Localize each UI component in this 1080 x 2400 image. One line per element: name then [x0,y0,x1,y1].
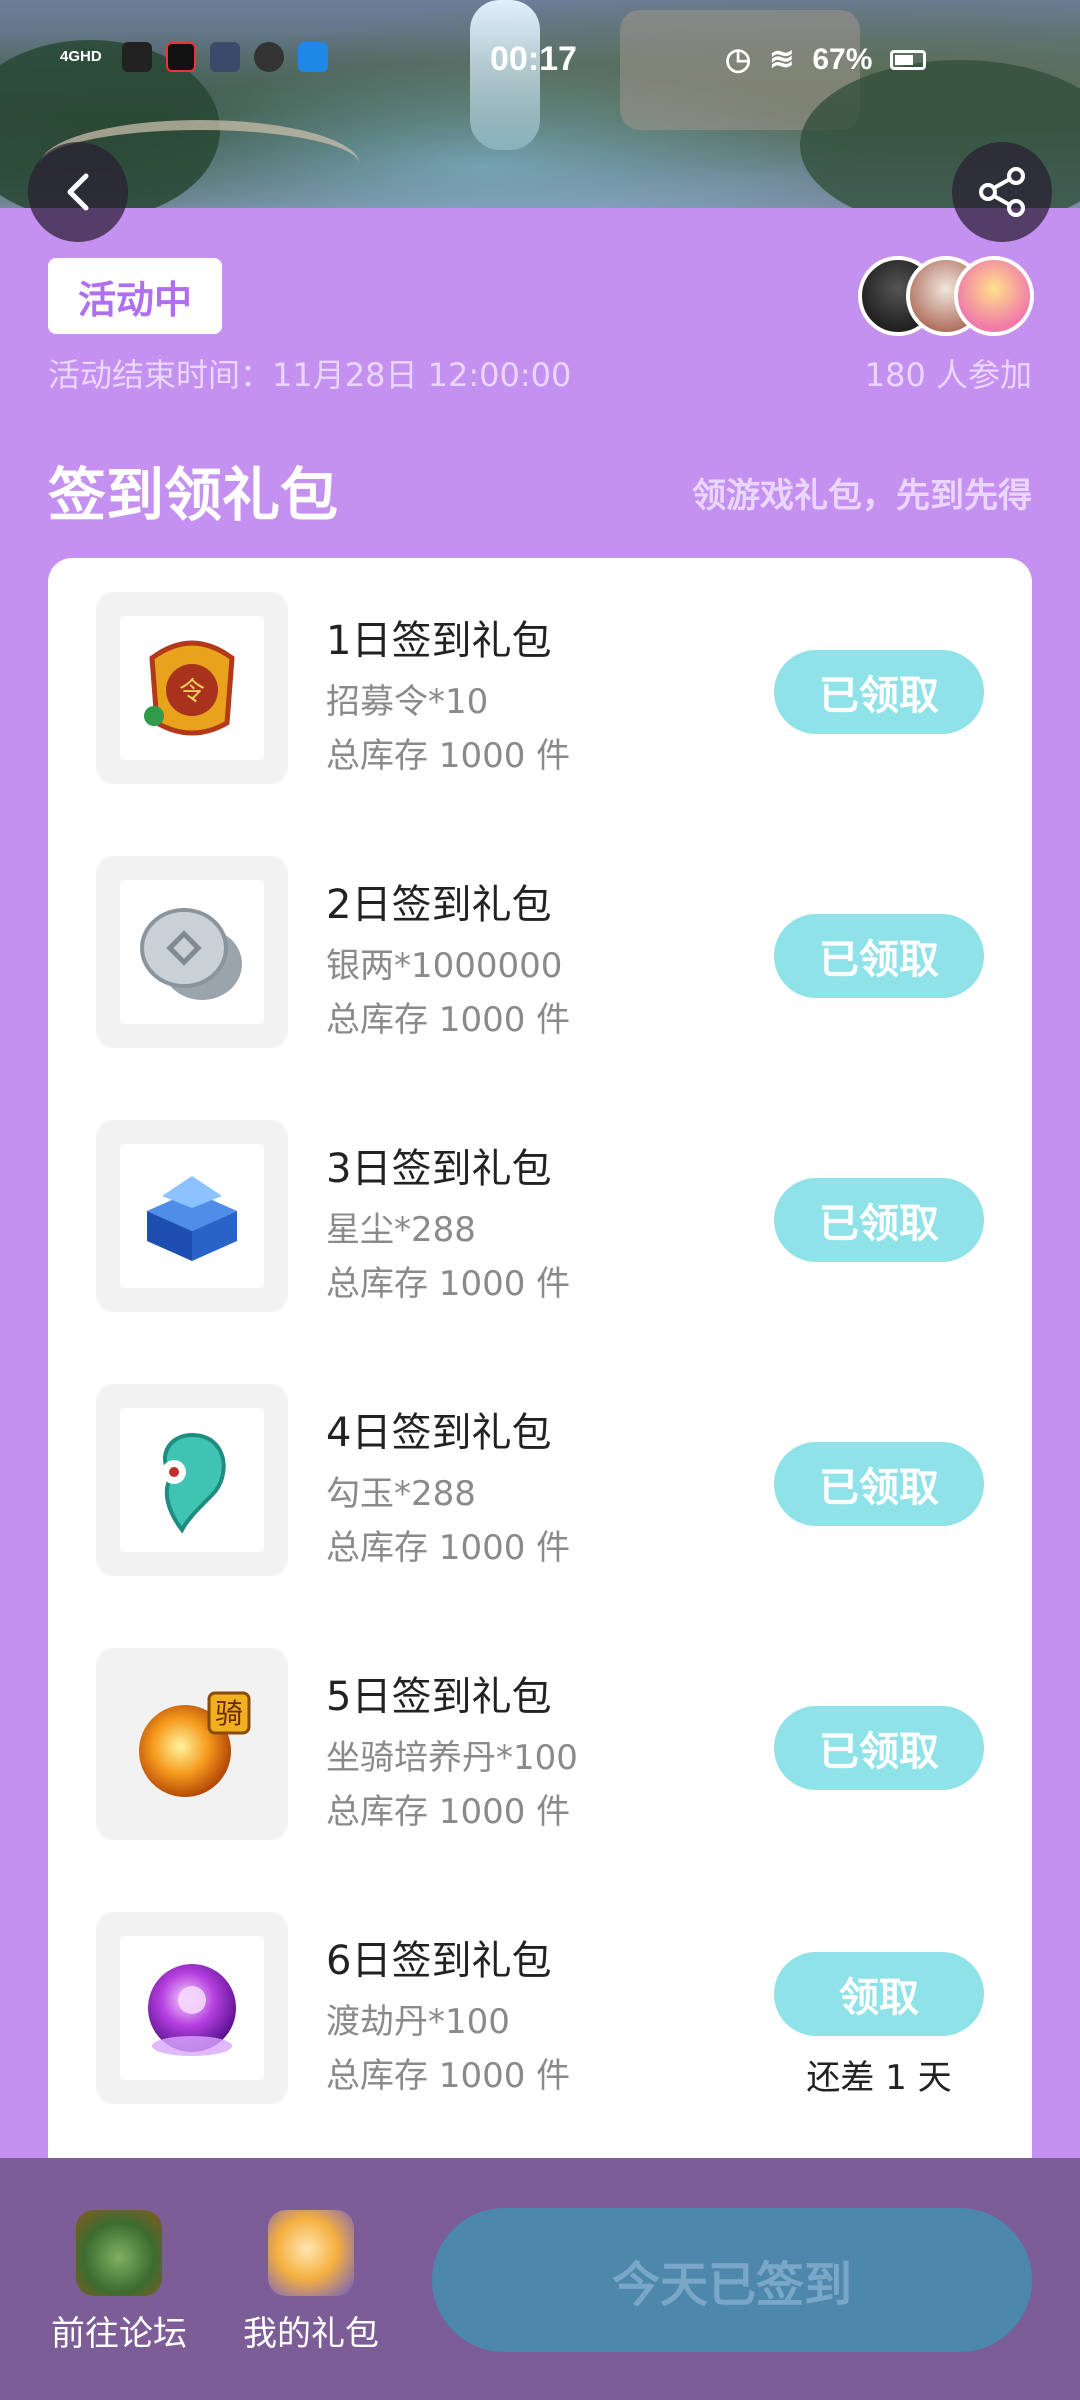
gift-stock: 总库存 1000 件 [326,1264,571,1304]
gift-name: 5日签到礼包 [326,1674,552,1720]
gift-thumbnail [96,1120,288,1312]
claim-button[interactable]: 已领取 [774,1178,984,1262]
gift-content: 星尘*288 [326,1210,476,1250]
gift-avatar-icon [268,2210,354,2296]
battery-percent: 67% [812,42,873,76]
list-item: 令 1日签到礼包 招募令*10 总库存 1000 件 已领取 [48,558,1032,784]
wifi-icon: ≋ [769,43,795,76]
gift-stock: 总库存 1000 件 [326,1792,571,1832]
participant-count: 180 人参加 [864,356,1032,394]
magatama-icon [162,1432,226,1534]
gift-thumbnail: 骑 [96,1648,288,1840]
svg-text:令: 令 [179,677,205,707]
header-banner-image: 4GHD 00:17 ◷ ≋ 67% [0,0,1080,208]
gift-name: 2日签到礼包 [326,882,552,928]
signed-today-button[interactable]: 今天已签到 [432,2208,1032,2352]
gift-content: 勾玉*288 [326,1474,476,1514]
fire-app-icon [254,42,284,72]
list-item: 3日签到礼包 星尘*288 总库存 1000 件 已领取 [48,1086,1032,1312]
activity-status-badge: 活动中 [48,258,222,334]
share-button[interactable] [952,142,1052,242]
gift-name: 3日签到礼包 [326,1146,552,1192]
gift-list: 令 1日签到礼包 招募令*10 总库存 1000 件 已领取 2日签到礼包 银两… [48,558,1032,2178]
claim-button[interactable]: 已领取 [774,650,984,734]
gift-content: 招募令*10 [326,682,489,722]
days-remaining: 还差 1 天 [806,2058,952,2098]
avatar [954,256,1034,336]
gift-stock: 总库存 1000 件 [326,1528,571,1568]
list-item: 2日签到礼包 银两*1000000 总库存 1000 件 已领取 [48,822,1032,1048]
claim-button[interactable]: 已领取 [774,1442,984,1526]
gift-name: 6日签到礼包 [326,1938,552,1984]
gift-content: 坐骑培养丹*100 [326,1738,578,1778]
claim-button[interactable]: 已领取 [774,1706,984,1790]
gift-thumbnail: 令 [96,592,288,784]
forum-label: 前往论坛 [51,2314,187,2354]
share-icon [979,167,1025,217]
tiktok-icon [166,42,196,72]
section-title: 签到领礼包 [48,461,339,529]
qq-icon [122,42,152,72]
stardust-chest-icon [147,1176,237,1261]
gift-name: 1日签到礼包 [326,618,552,664]
network-indicator: 4GHD [60,48,102,65]
gift-stock: 总库存 1000 件 [326,1000,571,1040]
gift-content: 银两*1000000 [326,946,563,986]
gift-thumbnail [96,856,288,1048]
svg-text:骑: 骑 [215,1697,243,1730]
gift-content: 渡劫丹*100 [326,2002,510,2042]
gift-name: 4日签到礼包 [326,1410,552,1456]
gift-thumbnail [96,1384,288,1576]
activity-end-time: 活动结束时间：11月28日 12:00:00 [48,356,572,394]
my-gifts-button[interactable]: 我的礼包 [216,2210,406,2355]
silver-coins-icon [140,908,242,1000]
gift-stock: 总库存 1000 件 [326,2056,571,2096]
back-button[interactable] [28,142,128,242]
forum-button[interactable]: 前往论坛 [24,2210,214,2355]
browser-app-icon [298,42,328,72]
clock: 00:17 [490,40,577,78]
gift-stock: 总库存 1000 件 [326,736,571,776]
chevron-left-icon [67,173,89,211]
alarm-icon: ◷ [725,43,752,76]
recruit-token-icon: 令 [144,640,235,736]
claim-button[interactable]: 已领取 [774,914,984,998]
list-item: 6日签到礼包 渡劫丹*100 总库存 1000 件 领取 还差 1 天 [48,1878,1032,2104]
participant-avatars[interactable] [858,256,1034,336]
battery-icon [890,49,927,70]
list-item: 4日签到礼包 勾玉*288 总库存 1000 件 已领取 [48,1350,1032,1576]
forum-game-icon [76,2210,162,2296]
gift-thumbnail [96,1912,288,2104]
app-icon [210,42,240,72]
tribulation-pill-icon [148,1964,236,2056]
bottom-bar: 前往论坛 我的礼包 今天已签到 [0,2158,1080,2400]
mount-pill-icon: 骑 [139,1691,251,1797]
section-subtitle: 领游戏礼包，先到先得 [692,476,1032,516]
claim-button[interactable]: 领取 [774,1952,984,2036]
my-gifts-label: 我的礼包 [243,2314,379,2354]
list-item: 骑 5日签到礼包 坐骑培养丹*100 总库存 1000 件 已领取 [48,1614,1032,1840]
status-bar: 4GHD 00:17 ◷ ≋ 67% [0,30,1080,90]
